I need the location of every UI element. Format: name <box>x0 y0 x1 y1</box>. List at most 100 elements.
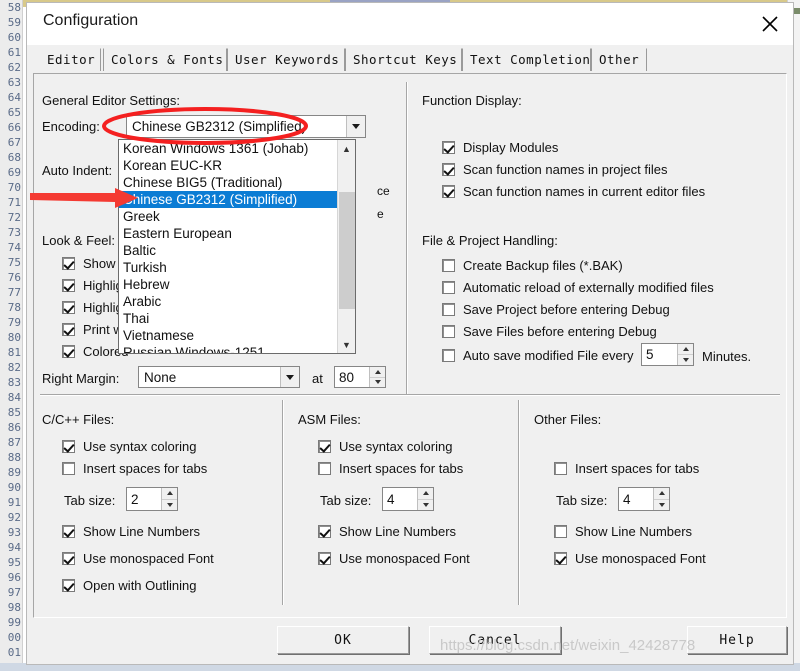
other-files-checkbox-monospaced[interactable]: Use monospaced Font <box>554 551 706 566</box>
asm-files-tab-size-stepper[interactable]: 4 <box>382 487 434 511</box>
dropdown-item[interactable]: Vietnamese <box>119 327 337 344</box>
autosave-interval-stepper[interactable]: 5 <box>641 343 694 366</box>
chevron-down-icon[interactable]: ▼ <box>338 336 355 353</box>
close-icon[interactable] <box>747 3 793 45</box>
other-files-checkbox-spaces[interactable]: Insert spaces for tabs <box>554 461 699 476</box>
asm-files-checkbox-syntax[interactable]: Use syntax coloring <box>318 439 452 454</box>
tab-user-keywords[interactable]: User Keywords <box>227 48 345 71</box>
ok-button[interactable]: OK <box>277 626 409 654</box>
stepper-buttons[interactable] <box>677 344 693 365</box>
stepper-buttons[interactable] <box>161 488 177 510</box>
checkbox-icon <box>62 525 75 538</box>
encoding-label: Encoding: <box>42 119 100 134</box>
dropdown-item[interactable]: Eastern European <box>119 225 337 242</box>
line-number: 59 <box>7 16 21 29</box>
right-margin-label: Right Margin: <box>42 371 120 386</box>
line-number: 62 <box>7 61 21 74</box>
dropdown-item[interactable]: Greek <box>119 208 337 225</box>
line-number: 86 <box>7 421 21 434</box>
other-files-checkbox-line-numbers[interactable]: Show Line Numbers <box>554 524 692 539</box>
tab-other[interactable]: Other <box>591 48 647 71</box>
c-files-checkbox-syntax[interactable]: Use syntax coloring <box>62 439 196 454</box>
asm-files-checkbox-line-numbers[interactable]: Show Line Numbers <box>318 524 456 539</box>
dropdown-item[interactable]: Korean EUC-KR <box>119 157 337 174</box>
dropdown-item[interactable]: Chinese BIG5 (Traditional) <box>119 174 337 191</box>
line-number: 60 <box>7 31 21 44</box>
dropdown-item[interactable]: Chinese GB2312 (Simplified) <box>119 191 337 208</box>
stepper-up-icon[interactable] <box>418 488 433 500</box>
stepper-buttons[interactable] <box>653 488 669 510</box>
panel-divider-vertical <box>406 82 408 394</box>
asm-files-label-2: Show Line Numbers <box>339 524 457 539</box>
tab-colors-and-fonts[interactable]: Colors & Fonts <box>103 48 227 71</box>
stepper-down-icon[interactable] <box>678 355 693 365</box>
dropdown-item[interactable]: Russian Windows-1251 <box>119 344 337 353</box>
checkbox-icon <box>62 579 75 592</box>
line-number: 71 <box>7 196 21 209</box>
tab-bar: Editor Colors & Fonts User Keywords Shor… <box>27 45 793 71</box>
dropdown-item[interactable]: Baltic <box>119 242 337 259</box>
checkbox-icon <box>318 525 331 538</box>
right-margin-combobox[interactable]: None <box>138 366 300 388</box>
dropdown-item[interactable]: Hebrew <box>119 276 337 293</box>
line-number: 74 <box>7 241 21 254</box>
stepper-down-icon[interactable] <box>654 499 669 510</box>
encoding-combobox[interactable]: Chinese GB2312 (Simplified) <box>126 115 366 138</box>
tab-shortcut-keys[interactable]: Shortcut Keys <box>345 48 462 71</box>
checkbox-icon <box>62 257 75 270</box>
dropdown-item[interactable]: Thai <box>119 310 337 327</box>
other-files-label-0: Insert spaces for tabs <box>575 461 700 476</box>
checkbox-icon <box>442 163 455 176</box>
c-files-checkbox-monospaced[interactable]: Use monospaced Font <box>62 551 214 566</box>
stepper-up-icon[interactable] <box>654 488 669 500</box>
stepper-up-icon[interactable] <box>162 488 177 500</box>
stepper-buttons[interactable] <box>369 367 385 387</box>
function-display-checkbox-2[interactable]: Scan function names in current editor fi… <box>442 184 705 199</box>
asm-files-label-3: Use monospaced Font <box>339 551 470 566</box>
file-handling-checkbox-4[interactable]: Auto save modified File every <box>442 348 634 363</box>
asm-files-checkbox-spaces[interactable]: Insert spaces for tabs <box>318 461 463 476</box>
line-number: 70 <box>7 181 21 194</box>
obscured-text-fragment-1: ce <box>377 184 390 198</box>
asm-files-checkbox-monospaced[interactable]: Use monospaced Font <box>318 551 470 566</box>
function-display-checkbox-0[interactable]: Display Modules <box>442 140 558 155</box>
stepper-up-icon[interactable] <box>370 367 385 378</box>
file-handling-checkbox-1[interactable]: Automatic reload of externally modified … <box>442 280 714 295</box>
chevron-down-icon[interactable] <box>346 116 365 137</box>
encoding-dropdown-items: Korean Windows 1361 (Johab) Korean EUC-KR… <box>119 140 337 353</box>
c-files-checkbox-spaces[interactable]: Insert spaces for tabs <box>62 461 207 476</box>
dropdown-item[interactable]: Arabic <box>119 293 337 310</box>
dropdown-item[interactable]: Korean Windows 1361 (Johab) <box>119 140 337 157</box>
other-files-label-1: Show Line Numbers <box>575 524 693 539</box>
scrollbar-thumb[interactable] <box>339 192 355 309</box>
auto-indent-label: Auto Indent: <box>42 163 113 178</box>
file-handling-checkbox-3[interactable]: Save Files before entering Debug <box>442 324 657 339</box>
right-margin-at-stepper[interactable]: 80 <box>334 366 386 388</box>
stepper-up-icon[interactable] <box>678 344 693 355</box>
checkbox-icon <box>442 259 455 272</box>
file-handling-label-1: Automatic reload of externally modified … <box>463 280 714 295</box>
other-files-tab-size-stepper[interactable]: 4 <box>618 487 670 511</box>
chevron-up-icon[interactable]: ▲ <box>338 140 355 157</box>
encoding-dropdown-list[interactable]: Korean Windows 1361 (Johab) Korean EUC-KR… <box>118 139 356 354</box>
tab-text-completion[interactable]: Text Completion <box>462 48 591 71</box>
asm-files-label-1: Insert spaces for tabs <box>339 461 464 476</box>
dropdown-scrollbar[interactable]: ▲ ▼ <box>337 140 355 353</box>
dropdown-item[interactable]: Turkish <box>119 259 337 276</box>
file-handling-checkbox-0[interactable]: Create Backup files (*.BAK) <box>442 258 623 273</box>
stepper-down-icon[interactable] <box>162 499 177 510</box>
tab-editor[interactable]: Editor <box>39 48 101 71</box>
c-files-checkbox-line-numbers[interactable]: Show Line Numbers <box>62 524 200 539</box>
function-display-label: Function Display: <box>422 93 522 108</box>
stepper-buttons[interactable] <box>417 488 433 510</box>
c-files-tab-size-stepper[interactable]: 2 <box>126 487 178 511</box>
general-editor-settings-label: General Editor Settings: <box>42 93 181 108</box>
checkbox-icon <box>442 303 455 316</box>
c-files-checkbox-outlining[interactable]: Open with Outlining <box>62 578 196 593</box>
function-display-checkbox-1[interactable]: Scan function names in project files <box>442 162 668 177</box>
chevron-down-icon[interactable] <box>280 367 299 387</box>
file-handling-checkbox-2[interactable]: Save Project before entering Debug <box>442 302 670 317</box>
stepper-down-icon[interactable] <box>418 499 433 510</box>
stepper-down-icon[interactable] <box>370 377 385 387</box>
help-button[interactable]: Help <box>687 626 787 654</box>
